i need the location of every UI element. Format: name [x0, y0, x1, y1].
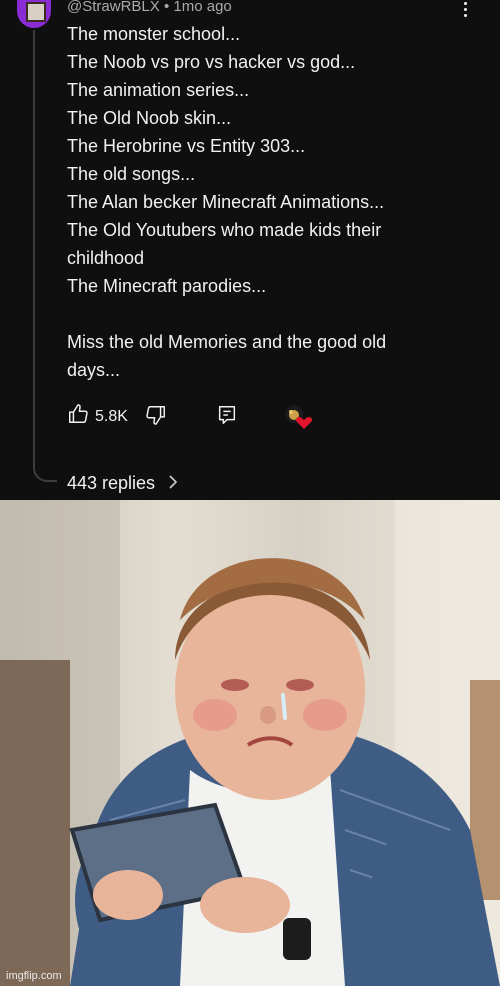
comment-line: The Noob vs pro vs hacker vs god...	[67, 52, 356, 72]
like-count: 5.8K	[95, 408, 128, 425]
comment-line: Miss the old Memories and the good old	[67, 332, 387, 352]
meme-photo: imgflip.com	[0, 500, 500, 986]
chevron-right-icon	[169, 475, 178, 489]
comment-line: childhood	[67, 248, 145, 268]
comment-line: The monster school...	[67, 24, 241, 44]
thumbs-down-icon[interactable]	[145, 404, 167, 426]
header-separator: •	[163, 0, 170, 15]
comment-line: The Alan becker Minecraft Animations...	[67, 192, 385, 212]
replies-label: 443 replies	[67, 473, 156, 493]
comment-body: The monster school... The Noob vs pro vs…	[67, 20, 487, 384]
view-replies-button[interactable]: 443 replies	[67, 473, 178, 494]
avatar[interactable]	[17, 0, 51, 28]
thumbs-up-icon[interactable]	[67, 403, 89, 425]
crying-boy-image	[0, 500, 500, 986]
comment-line: The Minecraft parodies...	[67, 276, 267, 296]
watermark: imgflip.com	[6, 970, 62, 982]
comment-header: @StrawRBLX • 1mo ago	[67, 0, 232, 15]
comment-time: 1mo ago	[173, 0, 232, 15]
thread-line	[33, 30, 57, 482]
comment-line: The old songs...	[67, 164, 196, 184]
creator-heart-icon[interactable]	[284, 404, 312, 430]
comment-card: @StrawRBLX • 1mo ago The monster school.…	[0, 0, 500, 500]
comment-line: The animation series...	[67, 80, 250, 100]
comment-line: days...	[67, 360, 121, 380]
comment-line: The Old Noob skin...	[67, 108, 232, 128]
comment-line: The Old Youtubers who made kids their	[67, 220, 382, 240]
more-vert-icon[interactable]	[458, 2, 472, 22]
comment-line: The Herobrine vs Entity 303...	[67, 136, 306, 156]
reply-icon[interactable]	[216, 404, 238, 426]
author-handle[interactable]: @StrawRBLX	[67, 0, 160, 15]
